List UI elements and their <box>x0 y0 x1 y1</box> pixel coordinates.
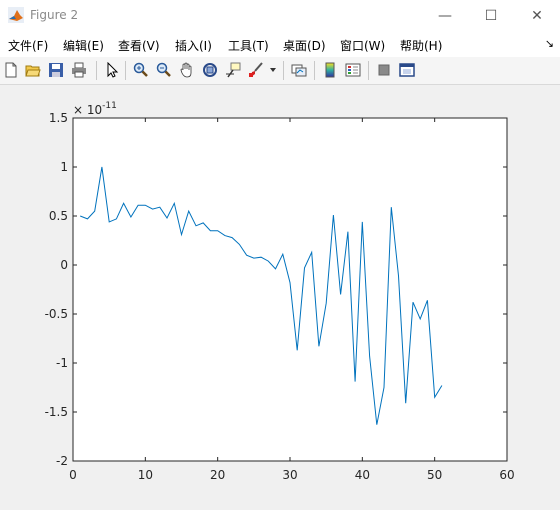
open-file-icon <box>25 65 41 77</box>
brush-icon <box>249 62 263 77</box>
brush-button[interactable] <box>246 60 266 80</box>
print-button[interactable] <box>69 60 89 80</box>
y-tick-label: 1.5 <box>49 111 68 125</box>
show-plot-tools-icon <box>399 63 415 77</box>
menu-tools[interactable]: 工具(T) <box>228 37 269 54</box>
x-tick-label: 20 <box>210 468 225 482</box>
figure-canvas[interactable]: 0 10 20 30 40 50 60 -2 -1.5 -1 -0.5 0 0.5 1 1.5 × 10-… <box>0 85 560 506</box>
menu-bar: 文件(F) 编辑(E) 查看(V) 插入(I) 工具(T) 桌面(D) 窗口(W… <box>0 31 560 57</box>
y-tick-label: -0.5 <box>45 307 68 321</box>
window-title: Figure 2 <box>30 8 79 22</box>
maximize-icon: ☐ <box>484 7 498 24</box>
y-exponent-label: × 10-11 <box>73 101 117 117</box>
y-exponent-power: -11 <box>102 101 117 111</box>
y-tick-label: -1.5 <box>45 405 68 419</box>
print-icon <box>72 62 86 78</box>
link-plot-button[interactable] <box>289 60 309 80</box>
x-tick-label: 40 <box>355 468 370 482</box>
y-tick-label: -2 <box>56 454 68 468</box>
hide-plot-tools-button[interactable] <box>374 60 394 80</box>
title-bar: Figure 2 — ☐ ✕ <box>0 0 560 31</box>
minimize-button[interactable]: — <box>422 0 468 31</box>
menu-insert[interactable]: 插入(I) <box>175 37 212 54</box>
rotate-3d-button[interactable] <box>200 60 220 80</box>
new-figure-button[interactable] <box>1 60 21 80</box>
legend-icon <box>345 63 361 77</box>
menu-window[interactable]: 窗口(W) <box>340 37 385 54</box>
pointer-icon <box>107 62 119 78</box>
toolbar <box>0 57 560 85</box>
close-button[interactable]: ✕ <box>514 0 560 31</box>
brush-dropdown-button[interactable] <box>268 60 278 80</box>
x-tick-label: 50 <box>427 468 442 482</box>
menu-view[interactable]: 查看(V) <box>118 37 160 54</box>
pointer-button[interactable] <box>102 60 122 80</box>
y-exponent-times: × <box>73 103 83 117</box>
save-icon <box>49 63 63 77</box>
link-plot-icon <box>291 64 307 77</box>
show-plot-tools-button[interactable] <box>397 60 417 80</box>
pan-hand-icon <box>180 62 192 78</box>
line-plot[interactable]: 0 10 20 30 40 50 60 -2-1.5-1-0.500.511.5 × 10-… <box>0 85 560 506</box>
maximize-button[interactable]: ☐ <box>468 0 514 31</box>
menu-help[interactable]: 帮助(H) <box>400 37 442 54</box>
legend-button[interactable] <box>343 60 363 80</box>
menu-file[interactable]: 文件(F) <box>8 37 48 54</box>
x-tick-label: 0 <box>69 468 77 482</box>
zoom-in-button[interactable] <box>131 60 151 80</box>
x-tick-label: 30 <box>282 468 297 482</box>
matlab-icon <box>8 7 24 23</box>
brush-dropdown-icon <box>270 68 276 72</box>
new-figure-icon <box>5 62 17 78</box>
zoom-in-icon <box>133 62 148 77</box>
y-tick-label: 1 <box>60 160 68 174</box>
rotate-3d-icon <box>203 63 217 77</box>
y-tick-label: -1 <box>56 356 68 370</box>
menu-desktop[interactable]: 桌面(D) <box>283 37 326 54</box>
menu-edit[interactable]: 编辑(E) <box>63 37 104 54</box>
y-exponent-base: 10 <box>87 103 102 117</box>
minimize-icon: — <box>438 7 452 24</box>
colorbar-icon <box>325 62 335 78</box>
axes-background <box>72 117 508 462</box>
open-file-button[interactable] <box>23 60 43 80</box>
data-cursor-button[interactable] <box>223 60 243 80</box>
toolbar-separator <box>314 61 315 80</box>
toolbar-separator <box>125 61 126 80</box>
hide-plot-tools-icon <box>378 64 390 76</box>
y-tick-label: 0 <box>60 258 68 272</box>
menu-overflow-icon[interactable]: ↘ <box>545 37 554 50</box>
save-button[interactable] <box>46 60 66 80</box>
x-tick-label: 10 <box>138 468 153 482</box>
zoom-out-icon <box>156 62 171 77</box>
data-cursor-icon <box>226 62 241 78</box>
colorbar-button[interactable] <box>320 60 340 80</box>
x-tick-label: 60 <box>499 468 514 482</box>
close-icon: ✕ <box>531 7 543 24</box>
y-tick-label: 0.5 <box>49 209 68 223</box>
zoom-out-button[interactable] <box>154 60 174 80</box>
toolbar-separator <box>283 61 284 80</box>
toolbar-separator <box>368 61 369 80</box>
toolbar-separator <box>96 61 97 80</box>
pan-button[interactable] <box>177 60 197 80</box>
